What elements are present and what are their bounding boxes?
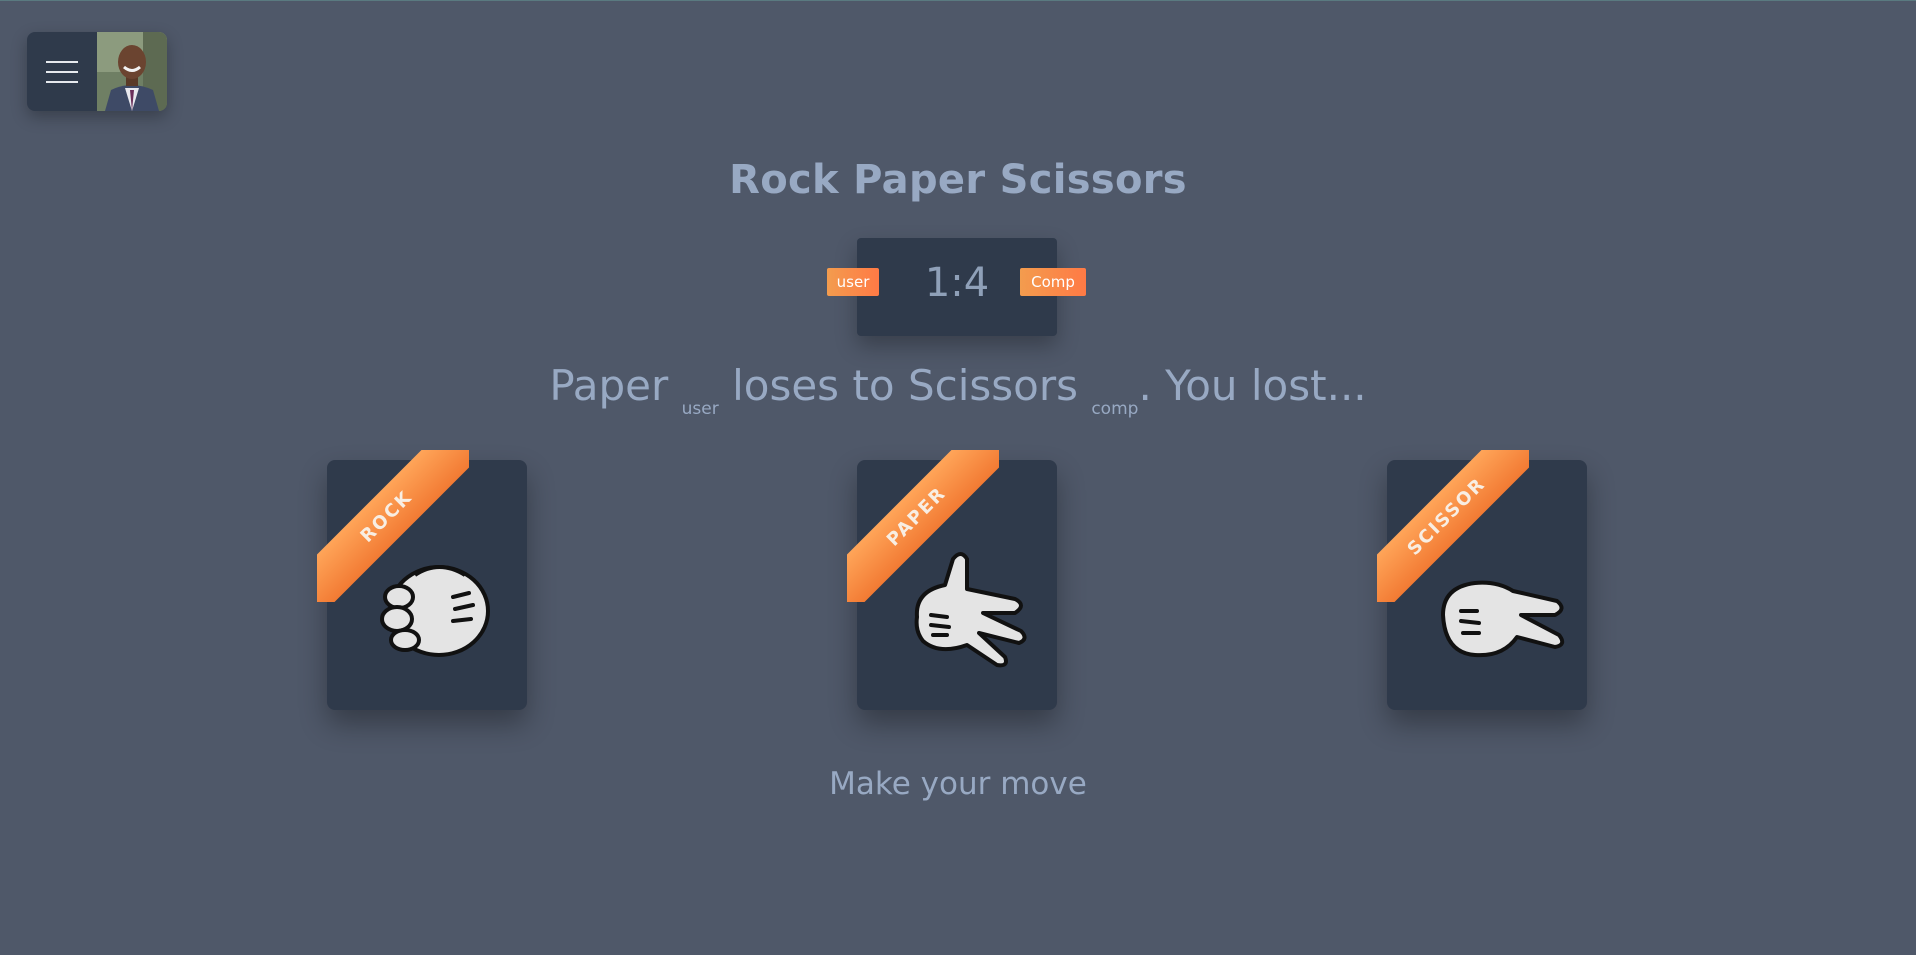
page-title: Rock Paper Scissors: [729, 157, 1187, 203]
make-move-prompt: Make your move: [829, 766, 1087, 802]
user-choice-text: Paper: [549, 361, 669, 410]
menu-box: [27, 32, 167, 111]
fist-glove-icon: [380, 565, 490, 657]
result-message: Paper user loses to Scissors comp. You l…: [0, 361, 1916, 419]
user-tag: user: [681, 399, 719, 419]
avatar[interactable]: [97, 32, 167, 111]
outcome-text: . You lost...: [1138, 361, 1367, 410]
two-finger-glove-icon: [1441, 580, 1565, 658]
comp-tag: comp: [1091, 399, 1139, 419]
comp-score-badge: Comp: [1020, 268, 1086, 296]
paper-card[interactable]: PAPER: [847, 450, 1057, 710]
comp-choice-text: Scissors: [907, 361, 1078, 410]
scissor-card[interactable]: SCISSOR: [1377, 450, 1587, 710]
result-verb: loses to: [732, 361, 895, 410]
hamburger-menu-icon[interactable]: [46, 58, 78, 84]
scoreboard: user 1:4 Comp: [827, 238, 1086, 336]
open-hand-glove-icon: [914, 552, 1027, 668]
rock-card[interactable]: ROCK: [317, 450, 527, 710]
